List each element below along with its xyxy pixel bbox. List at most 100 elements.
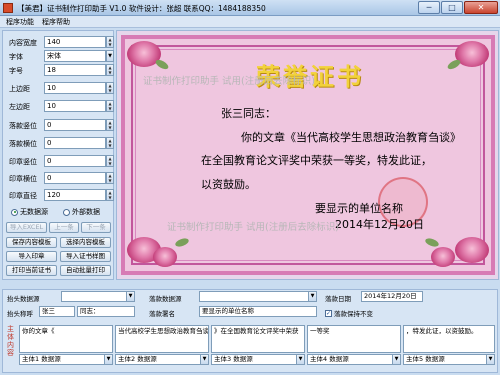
prev-record-button[interactable]: 上一条 <box>49 222 79 233</box>
seal-horizontal-label: 印章横位 <box>9 175 37 183</box>
sign-source-select[interactable]: ▼ <box>199 291 317 302</box>
body-cell-5[interactable]: ，特发此证，以资鼓励。 <box>403 325 495 353</box>
body-cell-1[interactable]: 你的文章《 <box>19 325 113 353</box>
header-source-label: 抬头数据源 <box>7 295 40 303</box>
certificate-body-line: 在全国教育论文评奖中荣获一等奖，特发此证， <box>201 154 432 167</box>
minimize-button[interactable]: ─ <box>418 1 440 14</box>
font-row: 字体 宋体 ▼ <box>6 50 114 62</box>
font-select[interactable]: 宋体 <box>44 50 106 62</box>
data-source-radio-group: 无数据源 外部数据 <box>9 207 113 218</box>
window-title: 【美君】证书制作打印助手 V1.0 软件设计：张超 联系QQ：148418835… <box>17 4 266 13</box>
save-template-button[interactable]: 保存内容模板 <box>6 237 57 248</box>
checkbox-check-icon[interactable]: ✓ <box>325 309 332 317</box>
data-entry-panel: 抬头数据源 ▼ 落款数据源 ▼ 落款日期 2014年12月20日 抬头称呼 张三… <box>2 289 498 373</box>
import-cert-bg-button[interactable]: 导入证书样图 <box>60 251 111 262</box>
body-source-select-4[interactable]: 主体4 数据源 ▼ <box>307 354 401 365</box>
print-current-button[interactable]: 打印当前证书 <box>6 265 57 276</box>
rose-decoration-icon <box>153 247 177 267</box>
import-seal-button[interactable]: 导入印章 <box>6 251 57 262</box>
seal-vertical-input[interactable]: 0 <box>44 155 106 167</box>
sign-vertical-spinner[interactable]: ▲ ▼ <box>106 119 114 131</box>
certificate-body-line: 以资鼓励。 <box>201 178 256 191</box>
import-excel-button[interactable]: 导入EXCEL <box>6 222 47 233</box>
sign-name-input[interactable]: 要显示的单位名称 <box>199 306 317 317</box>
sign-name-label: 落款署名 <box>149 310 175 318</box>
rose-decoration-icon <box>431 247 455 267</box>
seal-diameter-spinner[interactable]: ▲ ▼ <box>106 189 114 201</box>
body-cell-4[interactable]: 一等奖 <box>307 325 401 353</box>
header-suffix-input[interactable]: 同志： <box>77 306 135 317</box>
sign-horizontal-input[interactable]: 0 <box>44 137 106 149</box>
radio-external-data-dot[interactable] <box>63 208 70 216</box>
chevron-down-icon: ▼ <box>308 292 316 301</box>
menu-program-help[interactable]: 程序帮助 <box>42 16 70 27</box>
certificate-salutation: 张三同志： <box>221 107 276 120</box>
radio-external-data[interactable]: 外部数据 <box>63 207 100 217</box>
body-cell-2[interactable]: 当代高校学生思想政治教育刍谈 <box>115 325 209 353</box>
seal-diameter-row: 印章直径 120 ▲ ▼ <box>6 189 114 201</box>
header-source-select[interactable]: ▼ <box>61 291 135 302</box>
keep-sign-label: 落款保持不变 <box>334 310 373 318</box>
radio-no-source-label: 无数据源 <box>20 208 48 216</box>
font-size-label: 字号 <box>9 67 23 75</box>
body-cell-3[interactable]: 》在全国教育论文评奖中荣获 <box>211 325 305 353</box>
sign-horizontal-spinner[interactable]: ▲ ▼ <box>106 137 114 149</box>
next-record-button[interactable]: 下一条 <box>81 222 111 233</box>
chevron-down-icon: ▼ <box>126 292 134 301</box>
settings-panel: 内容宽度 140 ▲ ▼ 字体 宋体 ▼ 字号 18 ▲ ▼ 上边距 10 ▲ ▼ 左… <box>2 30 114 280</box>
body-source-select-5[interactable]: 主体5 数据源 ▼ <box>403 354 495 365</box>
top-margin-row: 上边距 10 ▲ ▼ <box>6 82 114 94</box>
body-source-label: 主体3 数据源 <box>214 355 253 363</box>
sign-source-label: 落款数据源 <box>149 295 182 303</box>
close-button[interactable]: ✕ <box>464 1 498 14</box>
menu-program-functions[interactable]: 程序功能 <box>6 16 34 27</box>
content-width-input[interactable]: 140 <box>44 36 106 48</box>
seal-vertical-label: 印章竖位 <box>9 158 37 166</box>
seal-vertical-spinner[interactable]: ▲ ▼ <box>106 155 114 167</box>
top-margin-input[interactable]: 10 <box>44 82 106 94</box>
content-width-spinner[interactable]: ▲ ▼ <box>106 36 114 48</box>
top-margin-spinner[interactable]: ▲ ▼ <box>106 82 114 94</box>
body-source-label: 主体1 数据源 <box>22 355 61 363</box>
left-margin-spinner[interactable]: ▲ ▼ <box>106 100 114 112</box>
chevron-down-icon: ▼ <box>200 355 208 364</box>
radio-no-source[interactable]: 无数据源 <box>11 207 48 217</box>
auto-batch-print-button[interactable]: 自动批量打印 <box>60 265 111 276</box>
seal-horizontal-input[interactable]: 0 <box>44 172 106 184</box>
content-width-row: 内容宽度 140 ▲ ▼ <box>6 36 114 48</box>
body-source-select-3[interactable]: 主体3 数据源 ▼ <box>211 354 305 365</box>
body-source-label: 主体2 数据源 <box>118 355 157 363</box>
body-source-select-1[interactable]: 主体1 数据源 ▼ <box>19 354 113 365</box>
left-margin-input[interactable]: 10 <box>44 100 106 112</box>
header-name-label: 抬头称呼 <box>7 310 33 318</box>
chevron-down-icon: ▼ <box>392 355 400 364</box>
maximize-button[interactable]: □ <box>441 1 463 14</box>
sign-vertical-row: 落款竖位 0 ▲ ▼ <box>6 119 114 131</box>
certificate-unit-name: 要显示的单位名称 <box>315 202 403 215</box>
title-bar: 【美君】证书制作打印助手 V1.0 软件设计：张超 联系QQ：148418835… <box>0 0 500 16</box>
seal-horizontal-spinner[interactable]: ▲ ▼ <box>106 172 114 184</box>
sign-horizontal-label: 落款横位 <box>9 140 37 148</box>
rose-decoration-icon <box>455 237 489 263</box>
body-source-label: 主体4 数据源 <box>310 355 349 363</box>
radio-no-source-dot[interactable] <box>11 208 18 216</box>
certificate-preview-area: 荣誉证书 证书制作打印助手 试用(注册后去除标识) 张三同志： 你的文章《当代高… <box>116 30 499 280</box>
left-margin-row: 左边距 10 ▲ ▼ <box>6 100 114 112</box>
font-size-spinner[interactable]: ▲ ▼ <box>106 64 114 76</box>
app-icon <box>3 3 13 13</box>
font-size-input[interactable]: 18 <box>44 64 106 76</box>
certificate-date: 2014年12月20日 <box>335 218 424 231</box>
keep-sign-checkbox[interactable]: ✓ 落款保持不变 <box>325 308 373 318</box>
content-width-label: 内容宽度 <box>9 39 37 47</box>
font-dropdown-arrow-icon[interactable]: ▼ <box>106 50 114 62</box>
sign-vertical-label: 落款竖位 <box>9 122 37 130</box>
sign-horizontal-row: 落款横位 0 ▲ ▼ <box>6 137 114 149</box>
header-name-input[interactable]: 张三 <box>39 306 75 317</box>
body-source-select-2[interactable]: 主体2 数据源 ▼ <box>115 354 209 365</box>
sign-vertical-input[interactable]: 0 <box>44 119 106 131</box>
left-margin-label: 左边距 <box>9 103 30 111</box>
chevron-down-icon: ▼ <box>486 355 494 364</box>
sign-date-input[interactable]: 2014年12月20日 <box>361 291 423 302</box>
seal-diameter-input[interactable]: 120 <box>44 189 106 201</box>
choose-template-button[interactable]: 选择内容模板 <box>60 237 111 248</box>
